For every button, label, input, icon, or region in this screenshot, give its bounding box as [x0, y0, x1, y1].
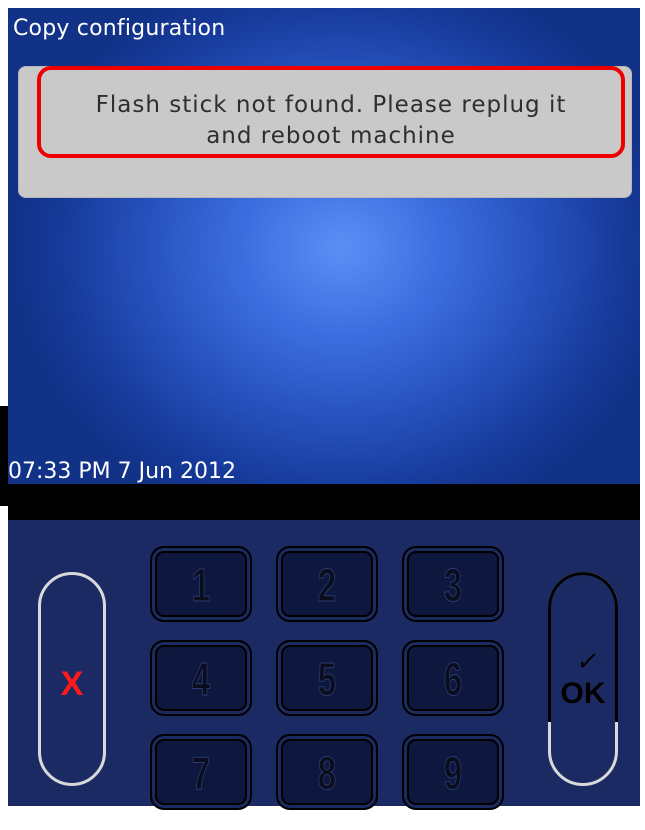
checkmark-icon: ✓	[574, 647, 602, 677]
key-8[interactable]: 8	[276, 734, 378, 810]
error-message-line-2: and reboot machine	[206, 123, 456, 149]
keypad-panel: X 1 2 3 4 5 6 7 8 9 ✓ OK	[8, 520, 640, 810]
key-label: 1	[191, 559, 211, 611]
key-7[interactable]: 7	[150, 734, 252, 810]
key-5[interactable]: 5	[276, 640, 378, 716]
ok-button[interactable]: ✓ OK	[548, 572, 618, 786]
frame-edge	[0, 406, 8, 506]
key-label: 9	[443, 747, 463, 799]
display-screen: Copy configuration Flash stick not found…	[8, 8, 640, 492]
message-box: Flash stick not found. Please replug it …	[18, 66, 632, 198]
key-label: 2	[317, 559, 337, 611]
cancel-x-icon: X	[60, 665, 84, 703]
cancel-button[interactable]: X	[38, 572, 106, 786]
key-label: 7	[191, 747, 211, 799]
key-6[interactable]: 6	[402, 640, 504, 716]
device-frame: Copy configuration Flash stick not found…	[0, 0, 645, 830]
key-label: 4	[191, 653, 211, 705]
key-3[interactable]: 3	[402, 546, 504, 622]
key-2[interactable]: 2	[276, 546, 378, 622]
key-label: 8	[317, 747, 337, 799]
status-bar	[8, 484, 640, 520]
screen-title: Copy configuration	[13, 16, 226, 41]
error-message-line-1: Flash stick not found. Please replug it	[95, 92, 567, 118]
key-1[interactable]: 1	[150, 546, 252, 622]
ok-label: OK	[560, 677, 606, 710]
datetime-readout: 07:33 PM 7 Jun 2012	[8, 459, 236, 484]
error-message: Flash stick not found. Please replug it …	[44, 90, 618, 152]
key-label: 3	[443, 559, 463, 611]
key-9[interactable]: 9	[402, 734, 504, 810]
key-label: 5	[317, 653, 337, 705]
key-label: 6	[443, 653, 463, 705]
key-4[interactable]: 4	[150, 640, 252, 716]
